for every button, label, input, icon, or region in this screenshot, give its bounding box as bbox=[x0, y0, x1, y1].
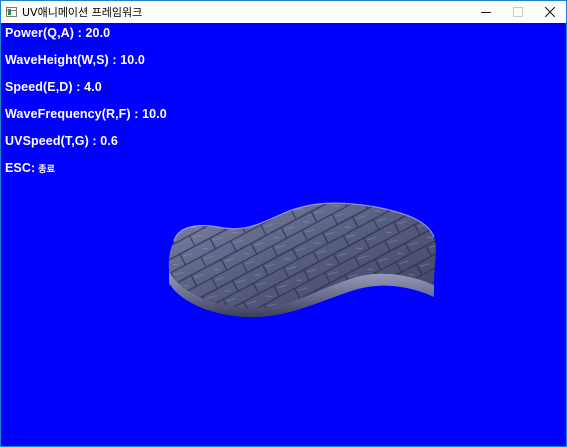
maximize-icon bbox=[513, 7, 523, 17]
close-button[interactable] bbox=[534, 1, 566, 23]
esc-hint: ESC: 종료 bbox=[5, 161, 55, 175]
title-bar[interactable]: UV애니메이션 프레임워크 bbox=[1, 1, 566, 23]
minimize-icon bbox=[481, 12, 491, 13]
wave-frequency-readout: WaveFrequency(R,F) : 10.0 bbox=[5, 107, 167, 121]
esc-action-label: 종료 bbox=[38, 165, 56, 175]
esc-key-label: ESC: bbox=[5, 161, 36, 175]
minimize-button[interactable] bbox=[470, 1, 502, 23]
uv-speed-readout: UVSpeed(T,G) : 0.6 bbox=[5, 134, 118, 148]
power-readout: Power(Q,A) : 20.0 bbox=[5, 26, 111, 40]
close-icon bbox=[545, 7, 555, 17]
maximize-button[interactable] bbox=[502, 1, 534, 23]
wave-height-readout: WaveHeight(W,S) : 10.0 bbox=[5, 53, 145, 67]
wave-mesh bbox=[168, 202, 436, 318]
render-viewport[interactable]: Power(Q,A) : 20.0 WaveHeight(W,S) : 10.0… bbox=[1, 23, 566, 446]
app-window: UV애니메이션 프레임워크 Power(Q,A) : 20.0 WaveHeig… bbox=[0, 0, 567, 447]
speed-readout: Speed(E,D) : 4.0 bbox=[5, 80, 102, 94]
window-controls bbox=[470, 1, 566, 23]
app-icon bbox=[6, 7, 17, 17]
mesh-texture bbox=[168, 203, 436, 309]
window-title: UV애니메이션 프레임워크 bbox=[22, 6, 143, 19]
